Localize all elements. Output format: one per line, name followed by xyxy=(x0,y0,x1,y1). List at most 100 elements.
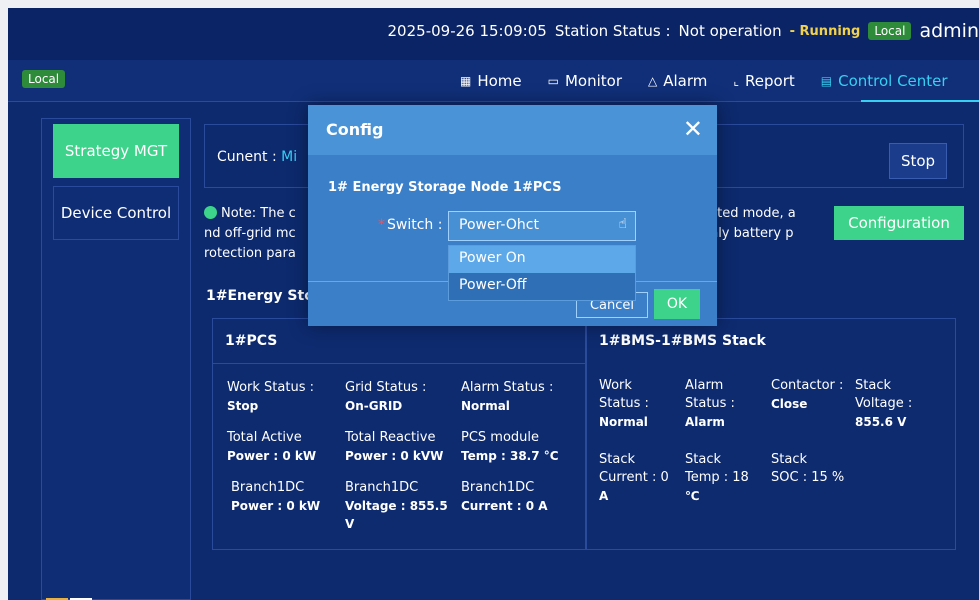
nav-alarm[interactable]: △ Alarm xyxy=(648,60,707,102)
bms-alarm-status-label2: Status : xyxy=(685,396,735,411)
note-dot-icon xyxy=(204,206,217,219)
pcs-total-reactive-value: Power : 0 kVW xyxy=(345,449,444,463)
bms-stack-temp-label2: Temp : 18 xyxy=(685,470,749,485)
pcs-total-active-value: Power : 0 kW xyxy=(227,449,317,463)
top-info: 2025-09-26 15:09:05 Station Status : Not… xyxy=(388,20,979,42)
nav-home-label: Home xyxy=(477,72,522,90)
pcs-work-status-value: Stop xyxy=(227,399,259,413)
pcs-branch-voltage: Branch1DC Voltage : 855.5 V xyxy=(345,479,448,533)
bms-stack-voltage-label2: Voltage : xyxy=(855,396,913,411)
app-screen: 2025-09-26 15:09:05 Station Status : Not… xyxy=(8,8,979,600)
pcs-panel: 1#PCS Work Status : Stop Grid Status : O… xyxy=(212,318,586,550)
option-power-off[interactable]: Power-Off xyxy=(449,273,635,300)
pcs-module-temp: PCS module Temp : 38.7 °C xyxy=(461,429,559,465)
close-icon[interactable]: ✕ xyxy=(683,115,703,143)
pcs-total-active-label: Total Active xyxy=(227,430,302,445)
sidebar-item-device-control[interactable]: Device Control xyxy=(53,186,179,240)
pcs-grid-status-label: Grid Status : xyxy=(345,380,427,395)
note-line-3: rotection para xyxy=(204,246,296,261)
bms-stack-current-label: Stack xyxy=(599,452,635,467)
pcs-alarm-status: Alarm Status : Normal xyxy=(461,379,553,415)
pcs-grid-status-value: On-GRID xyxy=(345,399,403,413)
bms-stack-voltage-label: Stack xyxy=(855,378,891,393)
bms-alarm-status-label: Alarm xyxy=(685,378,724,393)
pcs-alarm-status-value: Normal xyxy=(461,399,510,413)
local-badge-top: Local xyxy=(868,22,912,40)
bms-stack-soc-label: Stack xyxy=(771,452,807,467)
bms-work-status: Work Status : Normal xyxy=(599,377,649,431)
bms-panel: 1#BMS-1#BMS Stack Work Status : Normal A… xyxy=(586,318,956,550)
note-line-2: nd off-grid mc xyxy=(204,226,296,241)
configuration-button[interactable]: Configuration xyxy=(834,206,964,240)
nav-control-center[interactable]: ▤ Control Center xyxy=(821,60,979,102)
user-name[interactable]: admin xyxy=(919,20,979,42)
bms-title: 1#BMS-1#BMS Stack xyxy=(599,333,766,349)
dialog-title: Config xyxy=(326,120,384,139)
stop-button[interactable]: Stop xyxy=(889,143,947,179)
home-icon: ▦ xyxy=(460,74,472,88)
divider xyxy=(213,363,585,364)
note-line-1: Note: The c xyxy=(221,206,296,221)
pcs-branch-power-label: Branch1DC xyxy=(231,480,305,495)
bms-contactor-label: Contactor : xyxy=(771,378,844,393)
bms-stack-voltage-value: 855.6 V xyxy=(855,415,907,429)
pcs-grid-status: Grid Status : On-GRID xyxy=(345,379,426,415)
nav-alarm-label: Alarm xyxy=(663,72,708,90)
pcs-branch-current-label: Branch1DC xyxy=(461,480,535,495)
nav-monitor-label: Monitor xyxy=(564,72,623,90)
pcs-branch-current-value: Current : 0 A xyxy=(461,499,548,513)
bms-stack-current: Stack Current : 0 A xyxy=(599,451,669,505)
sidebar: Strategy MGT Device Control xyxy=(41,118,191,600)
station-status-label: Station Status : xyxy=(554,22,671,40)
pcs-branch-voltage-value: Voltage : 855.5 xyxy=(345,499,448,513)
bms-alarm-status-value: Alarm xyxy=(685,415,725,429)
option-power-on[interactable]: Power On xyxy=(449,246,635,273)
switch-select[interactable]: Power-Ohct ☝ xyxy=(448,211,636,241)
station-status-value: Not operation xyxy=(678,22,782,40)
bms-contactor: Contactor : Close xyxy=(771,377,843,413)
pcs-total-reactive-label: Total Reactive xyxy=(345,430,436,445)
sidebar-item-strategy-mgt[interactable]: Strategy MGT xyxy=(53,124,179,178)
pcs-branch-voltage-label: Branch1DC xyxy=(345,480,419,495)
nav-bar: Local ▦ Home ▭ Monitor △ Alarm ⌞ Report … xyxy=(8,60,979,102)
switch-options-dropdown: Power On Power-Off xyxy=(448,245,636,301)
bms-work-status-value: Normal xyxy=(599,415,648,429)
switch-select-value: Power-Ohct xyxy=(459,217,539,233)
switch-label-text: Switch : xyxy=(387,217,443,233)
bms-work-status-label: Work xyxy=(599,378,632,393)
bms-stack-current-label2: Current : 0 xyxy=(599,470,669,485)
bms-stack-soc: Stack SOC : 15 % xyxy=(771,451,844,487)
local-badge: Local xyxy=(22,70,66,88)
bms-stack-temp: Stack Temp : 18 ℃ xyxy=(685,451,749,505)
pcs-branch-power-value: Power : 0 kW xyxy=(231,499,321,513)
pcs-branch-current: Branch1DC Current : 0 A xyxy=(461,479,548,515)
pcs-module-temp-value: Temp : 38.7 °C xyxy=(461,449,559,463)
pcs-module-temp-label: PCS module xyxy=(461,430,540,445)
bms-stack-voltage: Stack Voltage : 855.6 V xyxy=(855,377,912,431)
pcs-branch-voltage-unit: V xyxy=(345,517,355,531)
ok-button[interactable]: OK xyxy=(654,289,700,319)
bms-alarm-status: Alarm Status : Alarm xyxy=(685,377,735,431)
pcs-total-reactive: Total Reactive Power : 0 kVW xyxy=(345,429,443,465)
nav-monitor[interactable]: ▭ Monitor xyxy=(548,60,622,102)
nav-home[interactable]: ▦ Home xyxy=(460,60,522,102)
current-mode-value: Mi xyxy=(281,149,298,165)
bms-contactor-value: Close xyxy=(771,397,808,411)
node-title: 1#Energy Sto xyxy=(206,288,314,304)
pcs-work-status-label: Work Status : xyxy=(227,380,314,395)
current-mode: Cunent : Mi xyxy=(217,149,297,165)
running-status: - Running xyxy=(789,23,861,39)
bms-stack-temp-value: ℃ xyxy=(685,489,700,503)
nav-control-center-label: Control Center xyxy=(838,72,948,90)
pcs-total-active: Total Active Power : 0 kW xyxy=(227,429,316,465)
current-label: Cunent : xyxy=(217,149,277,165)
dialog-header: Config ✕ xyxy=(308,105,717,155)
pcs-title: 1#PCS xyxy=(225,333,278,349)
bms-stack-soc-value: SOC : 15 % xyxy=(771,470,845,485)
datetime: 2025-09-26 15:09:05 xyxy=(387,22,547,40)
bms-stack-temp-label: Stack xyxy=(685,452,721,467)
required-marker-icon: * xyxy=(378,217,385,233)
report-icon: ⌞ xyxy=(733,74,740,88)
pcs-work-status: Work Status : Stop xyxy=(227,379,314,415)
nav-report[interactable]: ⌞ Report xyxy=(733,60,794,102)
